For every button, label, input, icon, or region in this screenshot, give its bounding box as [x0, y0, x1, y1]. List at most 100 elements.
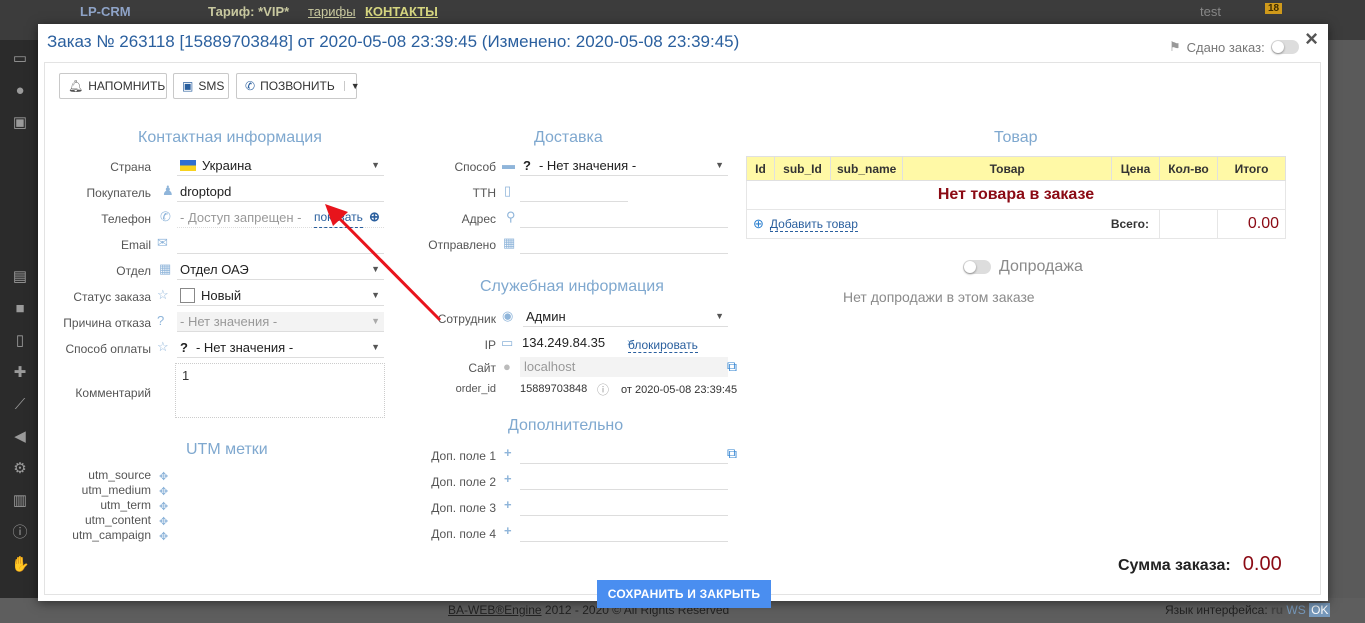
- status-value: Новый: [201, 288, 242, 303]
- chevron-down-icon: ▼: [371, 160, 380, 170]
- order-modal: Заказ № 263118 [15889703848] от 2020-05-…: [38, 24, 1328, 608]
- sent-field[interactable]: [520, 234, 728, 254]
- goods-total-label: Всего:: [1110, 217, 1149, 231]
- flag-icon: ⚑: [1169, 39, 1181, 54]
- footer-engine-link[interactable]: BA-WEB®Engine: [448, 603, 542, 617]
- chevron-down-icon: ▼: [715, 160, 724, 170]
- users-icon[interactable]: ●: [11, 82, 29, 100]
- move-icon: ✥: [159, 486, 169, 498]
- reason-select[interactable]: - Нет значения - ▼: [177, 312, 384, 332]
- remind-label: НАПОМНИТЬ: [88, 79, 166, 93]
- chevron-down-icon: ▼: [371, 316, 380, 326]
- external-link-icon[interactable]: ⧉: [727, 358, 737, 375]
- dept-select[interactable]: Отдел ОАЭ ▼: [177, 260, 384, 280]
- extra-field-2[interactable]: [520, 470, 728, 490]
- ttn-field[interactable]: [520, 182, 628, 202]
- col-price: Цена: [1111, 156, 1160, 181]
- payment-select[interactable]: ? - Нет значения - ▼: [177, 338, 384, 358]
- monitor-icon[interactable]: ▭: [11, 50, 29, 68]
- app-logo: LP-CRM: [80, 4, 131, 19]
- puzzle-icon[interactable]: ✚: [11, 364, 29, 382]
- address-field[interactable]: [520, 208, 728, 228]
- extra-field-4-label: Доп. поле 4: [431, 527, 496, 541]
- move-icon: ✥: [159, 531, 169, 543]
- chevron-down-icon[interactable]: ▼: [343, 81, 360, 91]
- external-link-icon[interactable]: ⧉: [727, 445, 737, 462]
- info-icon[interactable]: ⓘ: [597, 381, 609, 398]
- utm-medium-label: utm_medium: [81, 483, 151, 497]
- goods-table: Id sub_Id sub_name Товар Цена Кол-во Ито…: [746, 156, 1286, 239]
- user-name[interactable]: test: [1200, 4, 1221, 19]
- plus-icon[interactable]: +: [504, 497, 512, 512]
- contact-section-title: Контактная информация: [138, 129, 322, 146]
- call-label: ПОЗВОНИТЬ: [260, 79, 335, 93]
- country-select[interactable]: Украина ▼: [177, 156, 384, 176]
- money-icon[interactable]: ▣: [11, 114, 29, 132]
- plus-icon[interactable]: +: [504, 471, 512, 486]
- tariffs-link[interactable]: тарифы: [308, 4, 356, 19]
- plus-icon[interactable]: +: [504, 523, 512, 538]
- extra-field-3-label: Доп. поле 3: [431, 501, 496, 515]
- footer-ok[interactable]: OK: [1309, 603, 1331, 617]
- delivery-method-select[interactable]: ? - Нет значения - ▼: [520, 156, 728, 176]
- truck-icon[interactable]: ■: [11, 300, 29, 318]
- upsell-toggle-group: Допродажа: [963, 258, 1083, 276]
- sms-label: SMS: [198, 79, 225, 93]
- reason-value: - Нет значения -: [180, 314, 278, 329]
- modal-body: 🔔︎ НАПОМНИТЬ ▣ SMS ✆ ПОЗВОНИТЬ ▼ Контакт…: [44, 62, 1321, 608]
- info-icon[interactable]: ⓘ: [11, 524, 29, 542]
- goods-header-row: Id sub_Id sub_name Товар Цена Кол-во Ито…: [746, 156, 1286, 181]
- upsell-note: Нет допродажи в этом заказе: [843, 289, 1035, 305]
- utm-campaign-label: utm_campaign: [72, 528, 151, 542]
- extra-field-1[interactable]: [520, 444, 728, 464]
- buyer-label: Покупатель: [86, 186, 151, 200]
- zoom-icon[interactable]: ⊕: [369, 207, 380, 226]
- handshake-icon[interactable]: ✋: [11, 556, 30, 574]
- employee-select[interactable]: Админ ▼: [523, 307, 728, 327]
- close-icon[interactable]: ×: [1305, 26, 1318, 52]
- megaphone-icon[interactable]: ◀: [11, 428, 29, 446]
- status-label: Статус заказа: [73, 290, 151, 304]
- sms-button[interactable]: ▣ SMS: [173, 73, 229, 99]
- gear-icon[interactable]: ⚙: [11, 460, 29, 478]
- remind-button[interactable]: 🔔︎ НАПОМНИТЬ: [59, 73, 167, 99]
- extra-field-4[interactable]: [520, 522, 728, 542]
- phone-show-link[interactable]: показать: [314, 208, 363, 228]
- email-field[interactable]: [177, 234, 384, 254]
- comment-textarea[interactable]: 1: [175, 363, 385, 418]
- person-icon: ♟: [162, 183, 174, 198]
- inbox-icon[interactable]: ▤: [11, 268, 29, 286]
- footer-lang-label: Язык интерфейса:: [1165, 603, 1268, 617]
- document-icon[interactable]: ▯: [11, 332, 29, 350]
- plus-circle-icon[interactable]: ⊕: [753, 216, 764, 231]
- order-sum-label: Сумма заказа:: [1118, 557, 1231, 574]
- chevron-down-icon: ▼: [371, 290, 380, 300]
- ttn-label: ТТН: [472, 186, 496, 200]
- extra-section-title: Дополнительно: [508, 417, 624, 434]
- phone-field[interactable]: - Доступ запрещен - показать ⊕: [177, 208, 384, 228]
- col-total: Итого: [1217, 156, 1286, 181]
- status-select[interactable]: Новый ▼: [177, 286, 384, 306]
- chart-icon[interactable]: ⟋: [11, 396, 29, 414]
- goods-empty-message: Нет товара в заказе: [746, 180, 1286, 210]
- country-value: Украина: [202, 158, 252, 173]
- status-color-box: [180, 288, 195, 303]
- star-icon: ☆: [157, 287, 169, 302]
- save-close-button[interactable]: СОХРАНИТЬ И ЗАКРЫТЬ: [597, 580, 771, 608]
- upsell-title: Допродажа: [999, 258, 1083, 275]
- upsell-toggle[interactable]: [963, 260, 991, 274]
- extra-field-3[interactable]: [520, 496, 728, 516]
- footer-lang-code[interactable]: ru: [1271, 603, 1283, 617]
- plus-icon[interactable]: +: [504, 445, 512, 460]
- call-button[interactable]: ✆ ПОЗВОНИТЬ ▼: [236, 73, 360, 99]
- ip-label: IP: [484, 338, 496, 352]
- done-toggle[interactable]: [1270, 40, 1299, 54]
- footer-ws: WS: [1286, 603, 1306, 617]
- trash-icon[interactable]: ▥: [11, 492, 29, 510]
- add-goods-link[interactable]: Добавить товар: [769, 217, 858, 232]
- site-field[interactable]: localhost: [520, 357, 728, 377]
- buyer-field[interactable]: droptopd: [177, 182, 384, 202]
- utm-term-label: utm_term: [100, 498, 151, 512]
- block-ip-link[interactable]: блокировать: [628, 338, 698, 353]
- contacts-link[interactable]: КОНТАКТЫ: [365, 4, 438, 19]
